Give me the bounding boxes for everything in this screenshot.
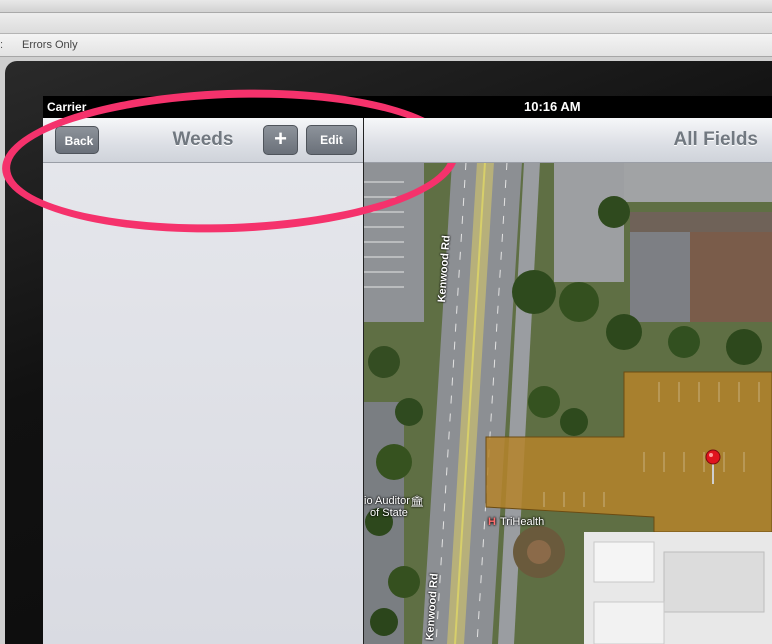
map-imagery xyxy=(364,162,772,644)
truncated-label: : xyxy=(0,39,4,51)
poi-auditor-line1: io Auditor xyxy=(364,495,410,507)
poi-auditor-line2: of State xyxy=(370,507,408,519)
map-pin-icon[interactable] xyxy=(705,449,721,465)
detail-title: All Fields xyxy=(673,129,758,150)
host-filter-bar: : Errors Only xyxy=(0,34,772,57)
weeds-list[interactable] xyxy=(43,163,363,643)
host-window-titlebar xyxy=(0,0,772,13)
host-window-toolbar xyxy=(0,13,772,34)
status-time: 10:16 AM xyxy=(524,99,581,114)
detail-pane: All Fields Kenwood Rd Kenwood Rd io Audi… xyxy=(364,118,772,644)
detail-navbar: All Fields xyxy=(364,118,772,163)
satellite-map[interactable]: Kenwood Rd Kenwood Rd io Auditor 🏛 of St… xyxy=(364,162,772,644)
poi-trihealth: TriHealth xyxy=(500,516,545,528)
hospital-icon: H xyxy=(488,516,496,528)
bank-icon: 🏛 xyxy=(410,496,424,508)
errors-only-filter[interactable]: Errors Only xyxy=(22,39,78,51)
